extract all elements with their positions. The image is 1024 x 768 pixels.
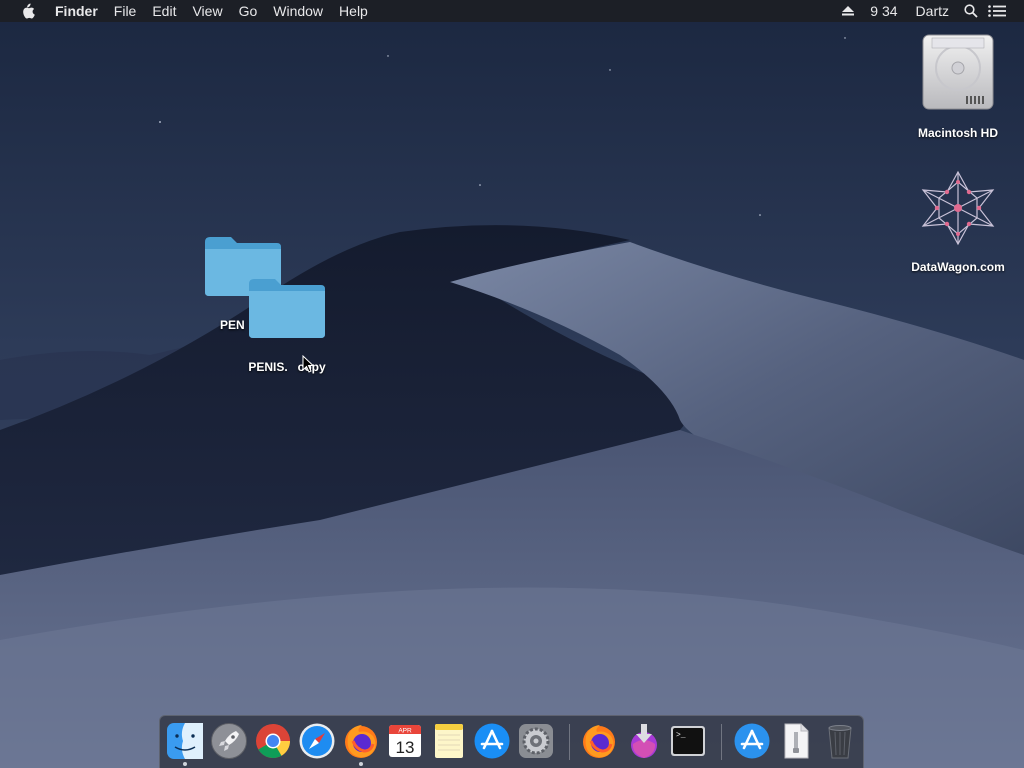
desktop-icon-macintosh-hd[interactable]: Macintosh HD — [906, 32, 1010, 140]
dock: APR 13 >_ — [159, 715, 864, 768]
desktop-icon-label: PENIS. copy — [248, 360, 326, 374]
dock-item-documents[interactable] — [777, 722, 815, 760]
dock-item-downloader[interactable] — [625, 722, 663, 760]
calendar-icon: APR 13 — [389, 725, 421, 757]
hard-drive-icon — [922, 34, 994, 110]
mouse-cursor-icon — [302, 355, 314, 373]
launchpad-icon — [211, 723, 247, 759]
firefox-icon — [583, 725, 615, 758]
dock-item-terminal[interactable]: >_ — [669, 722, 707, 760]
menubar-clock[interactable]: 9 34 — [861, 0, 906, 22]
menubar-user[interactable]: Dartz — [907, 0, 958, 22]
dock-item-app-store[interactable] — [473, 722, 511, 760]
dock-item-trash[interactable] — [821, 722, 859, 760]
safari-icon — [299, 723, 335, 759]
menu-help[interactable]: Help — [331, 0, 376, 22]
notes-icon — [435, 724, 463, 758]
downloader-icon — [631, 724, 657, 758]
notification-center-icon[interactable] — [984, 0, 1010, 22]
calendar-month: APR — [398, 728, 412, 735]
running-indicator — [183, 762, 187, 766]
eject-icon[interactable] — [835, 0, 861, 22]
system-preferences-icon — [519, 724, 553, 758]
desktop-folder-penis-copy[interactable]: PENIS. copy — [232, 276, 342, 374]
menu-view[interactable]: View — [184, 0, 230, 22]
calendar-day: 13 — [396, 738, 415, 757]
menu-window[interactable]: Window — [265, 0, 331, 22]
terminal-prompt: >_ — [676, 731, 686, 740]
folder-icon — [249, 279, 325, 338]
app-store-icon — [474, 723, 510, 759]
menu-app-finder[interactable]: Finder — [47, 0, 106, 22]
dock-item-applications[interactable] — [733, 722, 771, 760]
terminal-icon: >_ — [671, 726, 705, 756]
apple-menu-icon[interactable] — [17, 0, 39, 22]
dock-separator — [569, 724, 570, 760]
desktop-icon-label: Macintosh HD — [917, 126, 998, 140]
dock-separator — [721, 724, 722, 760]
desktop-wallpaper — [0, 0, 1024, 768]
chrome-icon — [256, 724, 290, 758]
dock-item-system-preferences[interactable] — [517, 722, 555, 760]
dock-item-chrome[interactable] — [254, 722, 292, 760]
network-star-icon — [921, 170, 995, 246]
app-store-icon — [734, 723, 770, 759]
finder-icon — [167, 723, 203, 759]
dock-item-firefox[interactable] — [342, 722, 380, 760]
dock-item-safari[interactable] — [298, 722, 336, 760]
spotlight-search-icon[interactable] — [958, 0, 984, 22]
menu-bar: Finder File Edit View Go Window Help 9 3… — [0, 0, 1024, 22]
menu-file[interactable]: File — [106, 0, 145, 22]
dock-item-finder[interactable] — [166, 722, 204, 760]
firefox-icon — [345, 725, 377, 758]
desktop-icon-datawagon[interactable]: DataWagon.com — [896, 168, 1020, 274]
dock-item-notes[interactable] — [430, 722, 468, 760]
dock-item-firefox-2[interactable] — [580, 722, 618, 760]
menu-go[interactable]: Go — [231, 0, 266, 22]
document-icon — [784, 723, 809, 759]
dock-item-calendar[interactable]: APR 13 — [386, 722, 424, 760]
running-indicator — [359, 762, 363, 766]
menu-edit[interactable]: Edit — [144, 0, 184, 22]
dock-item-launchpad[interactable] — [210, 722, 248, 760]
desktop-icon-label: DataWagon.com — [911, 260, 1005, 274]
trash-icon — [828, 725, 852, 759]
